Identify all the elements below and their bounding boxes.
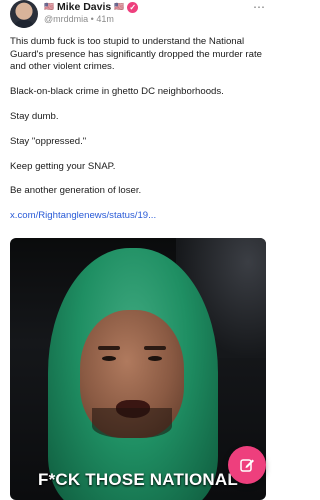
post-time: 41m: [96, 14, 114, 24]
compose-icon: [240, 459, 254, 472]
post-paragraph: Be another generation of loser.: [10, 185, 142, 197]
post-body: This dumb fuck is too stupid to understa…: [10, 36, 268, 235]
video-caption: F*CK THOSE NATIONAL: [38, 470, 238, 489]
post-paragraph: Stay "oppressed.": [10, 135, 87, 147]
post-link[interactable]: x.com/Rightanglenews/status/19...: [10, 210, 156, 221]
us-flag-icon: 🇺🇸: [44, 2, 54, 11]
verified-badge-icon: ✓: [127, 1, 139, 13]
author-meta: @mrddmia • 41m: [44, 14, 114, 24]
beard: [92, 408, 172, 438]
post-paragraph: Stay dumb.: [10, 110, 59, 122]
video-subject-face: [80, 310, 184, 438]
post-paragraph: Keep getting your SNAP.: [10, 160, 116, 172]
eye: [148, 356, 162, 361]
brow: [98, 346, 120, 350]
post-paragraph: Black-on-black crime in ghetto DC neighb…: [10, 85, 224, 97]
more-options-icon[interactable]: ⋯: [253, 1, 266, 13]
post-header: 🇺🇸 Mike Davis 🇺🇸 ✓ @mrddmia • 41m ⋯: [10, 0, 266, 30]
avatar[interactable]: [10, 0, 38, 28]
post-paragraph: This dumb fuck is too stupid to understa…: [10, 36, 262, 72]
us-flag-icon: 🇺🇸: [114, 2, 125, 11]
author-handle[interactable]: @mrddmia: [44, 14, 88, 24]
brow: [144, 346, 166, 350]
author-name-row[interactable]: 🇺🇸 Mike Davis 🇺🇸 ✓: [44, 0, 139, 14]
compose-button[interactable]: [228, 446, 266, 484]
author-name[interactable]: Mike Davis: [57, 1, 111, 13]
eye: [102, 356, 116, 361]
